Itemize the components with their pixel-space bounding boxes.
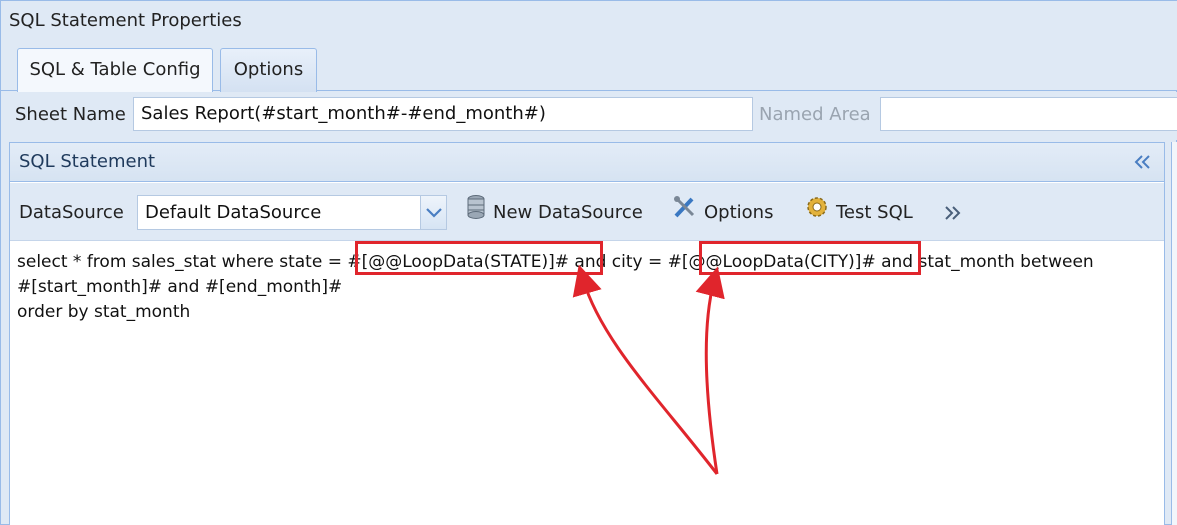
options-label: Options [704, 202, 774, 223]
test-sql-button[interactable]: Test SQL [804, 195, 913, 230]
datasource-select[interactable]: Default DataSource [137, 195, 447, 230]
double-chevron-left-icon[interactable] [1132, 152, 1152, 172]
datasource-label: DataSource [19, 202, 124, 223]
double-chevron-right-icon[interactable] [943, 203, 963, 227]
chevron-down-icon[interactable] [420, 196, 446, 229]
sheet-name-input[interactable]: Sales Report(#start_month#-#end_month#) [133, 97, 753, 131]
named-area-input[interactable] [880, 97, 1177, 131]
sql-line-1: select * from sales_stat where state = #… [17, 250, 1157, 275]
datasource-value: Default DataSource [145, 202, 322, 223]
new-datasource-label: New DataSource [493, 202, 643, 223]
right-edge-panel [1171, 142, 1177, 525]
sql-line-3: order by stat_month [17, 302, 191, 322]
loopdata-city-token: #[@@LoopData(CITY)]# [667, 252, 876, 272]
database-icon [465, 194, 487, 232]
sql-text: and stat_month between [875, 252, 1094, 272]
sheet-name-row: Sheet Name Sales Report(#start_month#-#e… [1, 92, 1177, 140]
tab-strip: SQL & Table Config Options [1, 41, 1177, 93]
sql-statement-panel: SQL Statement DataSource Default DataSou… [9, 142, 1165, 525]
tab-options[interactable]: Options [220, 48, 317, 92]
options-button[interactable]: Options [672, 195, 773, 230]
test-sql-label: Test SQL [836, 202, 913, 223]
panel-header: SQL Statement [10, 143, 1164, 182]
sql-editor[interactable]: select * from sales_stat where state = #… [10, 242, 1164, 525]
named-area-label: Named Area [759, 104, 871, 125]
tools-icon [672, 194, 698, 232]
sql-line-2: #[start_month]# and #[end_month]# [17, 277, 343, 297]
tab-sql-table-config[interactable]: SQL & Table Config [17, 48, 213, 93]
new-datasource-button[interactable]: New DataSource [465, 194, 643, 232]
sql-toolbar: DataSource Default DataSource New DataSo… [10, 183, 1164, 241]
panel-title: SQL Statement [19, 151, 156, 172]
window-title: SQL Statement Properties [1, 1, 1177, 41]
sql-statement-properties-window: SQL Statement Properties SQL & Table Con… [0, 0, 1177, 525]
sql-text: and city = [569, 252, 668, 272]
sheet-name-label: Sheet Name [15, 104, 126, 125]
sql-text: select * from sales_stat where state = [17, 252, 348, 272]
gear-icon [804, 194, 830, 232]
loopdata-state-token: #[@@LoopData(STATE)]# [347, 252, 570, 272]
